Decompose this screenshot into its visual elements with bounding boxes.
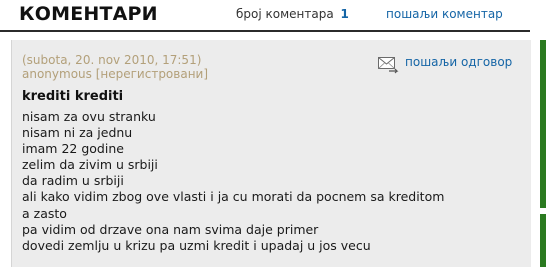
comment-line: zelim da zivim u srbiji	[22, 157, 158, 173]
comment-line: pa vidim od drzave ona nam svima daje pr…	[22, 221, 319, 237]
reply-label: пошаљи одговор	[405, 55, 513, 69]
stripe-block	[540, 214, 546, 267]
section-title: КОМЕНТАРИ	[19, 3, 158, 25]
send-comment-link[interactable]: пошаљи коментар	[386, 7, 503, 21]
envelope-reply-icon	[378, 57, 399, 74]
comment-title: krediti krediti	[22, 89, 124, 104]
comment-line: a zasto	[22, 205, 67, 221]
comment-line: nisam ni za jednu	[22, 125, 133, 141]
comment-count-value: 1	[340, 7, 349, 21]
comments-header: КОМЕНТАРИ број коментара 1 пошаљи комент…	[0, 0, 516, 30]
comment-author: anonymous [нерегистровани]	[22, 67, 209, 81]
right-edge-stripe	[540, 0, 546, 267]
comment-count-label: број коментара	[236, 7, 334, 21]
comment-line: da radim u srbiji	[22, 173, 124, 189]
comment-item: (subota, 20. nov 2010, 17:51) anonymous …	[11, 40, 531, 267]
comment-line: nisam za ovu stranku	[22, 109, 156, 124]
comment-line: dovedi zemlju u krizu pa uzmi kredit i u…	[22, 237, 371, 253]
stripe-block	[540, 40, 546, 208]
comment-count: број коментара 1	[236, 7, 349, 21]
reply-button[interactable]: пошаљи одговор	[377, 54, 512, 74]
comment-line: imam 22 godine	[22, 141, 124, 157]
comment-date: (subota, 20. nov 2010, 17:51)	[22, 53, 202, 67]
comment-line: ali kako vidim zbog ove vlasti i ja cu m…	[22, 189, 445, 205]
comment-body: nisam za ovu stranku nisam ni za jednu i…	[22, 109, 502, 254]
